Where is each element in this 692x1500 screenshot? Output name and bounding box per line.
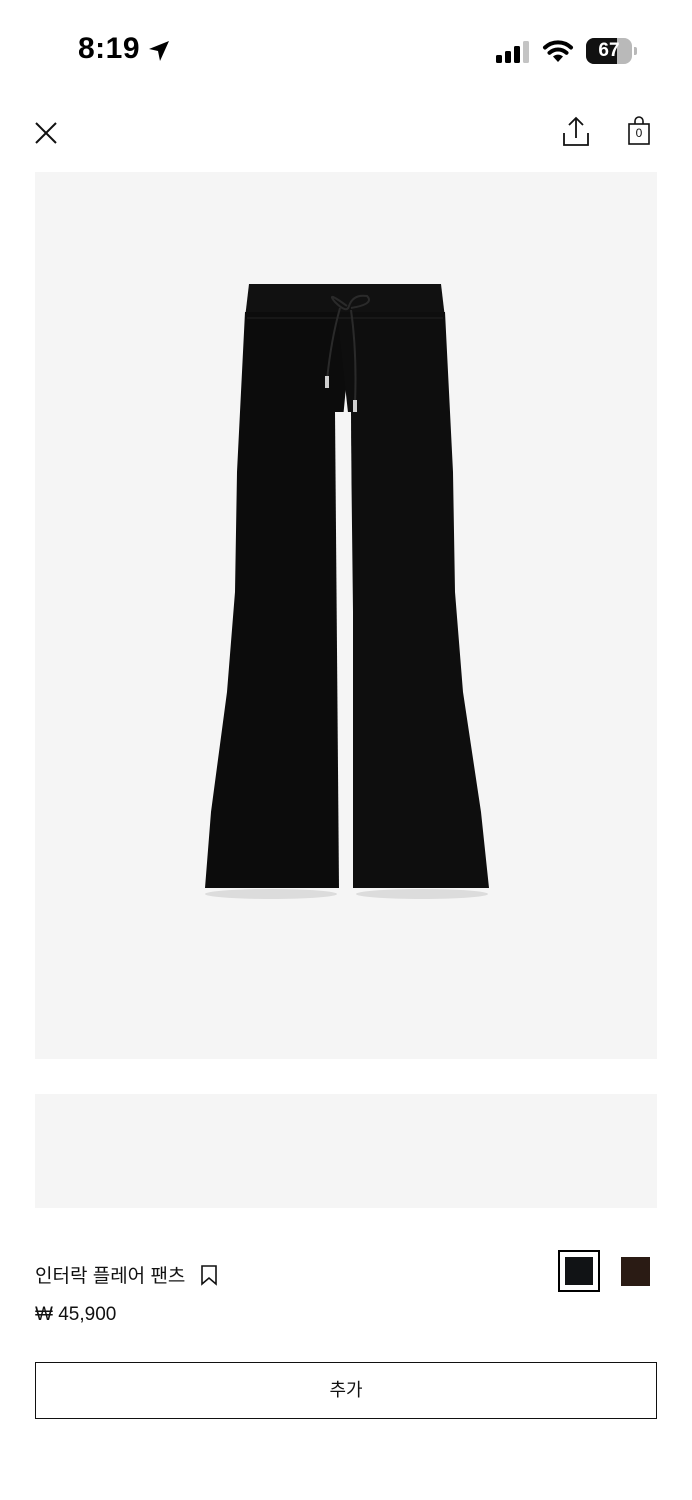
status-bar: 8:19 67 xyxy=(0,0,692,100)
swatch-color-fill xyxy=(565,1257,593,1285)
product-name: 인터락 플레어 팬츠 xyxy=(35,1266,186,1287)
color-swatch-brown[interactable] xyxy=(621,1257,650,1286)
battery-level: 67 xyxy=(598,40,620,61)
color-swatch-black-selected[interactable] xyxy=(558,1250,600,1292)
flare-pants-illustration xyxy=(205,284,489,899)
battery-cap xyxy=(634,47,637,55)
product-image[interactable] xyxy=(35,172,657,1059)
add-to-cart-button[interactable]: 추가 xyxy=(35,1362,657,1419)
status-time: 8:19 xyxy=(78,32,141,65)
cart-count: 0 xyxy=(635,126,643,140)
shopping-bag-button[interactable]: 0 xyxy=(624,116,654,150)
wifi-icon xyxy=(543,40,573,62)
battery-body: 67 xyxy=(586,38,632,64)
share-icon[interactable] xyxy=(560,114,592,150)
product-detail-screen: 8:19 67 0 인터락 플레어 팬츠 ₩ 45,900 추가 xyxy=(0,0,692,1500)
product-price: ₩ 45,900 xyxy=(35,1304,117,1325)
location-arrow-icon xyxy=(149,41,169,61)
battery-icon: 67 xyxy=(586,38,638,64)
secondary-product-image[interactable] xyxy=(35,1094,657,1208)
close-icon[interactable] xyxy=(30,117,62,149)
bookmark-icon[interactable] xyxy=(199,1264,219,1286)
signal-bars-icon xyxy=(496,41,529,63)
